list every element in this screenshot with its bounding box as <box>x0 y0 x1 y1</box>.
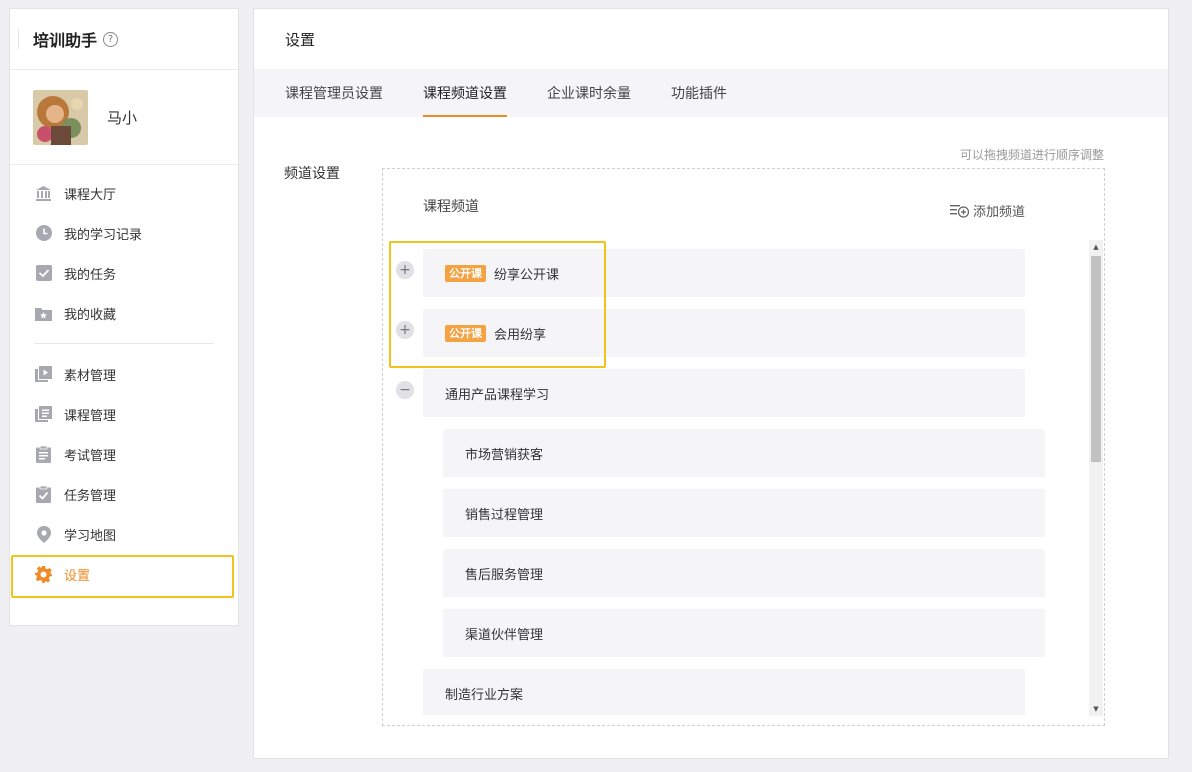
channel-row[interactable]: 制造行业方案 <box>423 669 1025 715</box>
sidebar-item-label: 考试管理 <box>64 448 117 464</box>
user-name: 马小 <box>107 108 138 127</box>
scroll-down-arrow-icon[interactable]: ▼ <box>1089 702 1103 716</box>
sidebar-item-settings[interactable]: 设置 <box>10 554 238 594</box>
channel-label: 通用产品课程学习 <box>445 387 550 403</box>
public-course-tag: 公开课 <box>445 324 486 342</box>
sidebar: 培训助手 ? 马小 课程大厅 我的学习记录 我的任务 我的收藏 素材管理 课程管… <box>9 8 239 626</box>
sidebar-item-label: 课程大厅 <box>64 187 117 203</box>
sidebar-item-course-hall[interactable]: 课程大厅 <box>10 173 238 213</box>
channel-row[interactable]: 公开课 会用纷享 <box>423 309 1025 357</box>
sidebar-item-label: 课程管理 <box>64 408 117 424</box>
gear-icon <box>35 565 52 583</box>
sidebar-menu: 课程大厅 我的学习记录 我的任务 我的收藏 素材管理 课程管理 考试管理 任务管… <box>10 165 238 594</box>
sidebar-item-label: 设置 <box>64 568 91 584</box>
sidebar-item-task-management[interactable]: 任务管理 <box>10 474 238 514</box>
sidebar-item-label: 我的学习记录 <box>64 227 143 243</box>
scroll-thumb[interactable] <box>1091 256 1101 462</box>
sidebar-item-course-management[interactable]: 课程管理 <box>10 394 238 434</box>
add-channel-label: 添加频道 <box>972 205 1025 220</box>
menu-divider <box>34 343 214 344</box>
course-icon <box>35 406 52 423</box>
tab-course-channel-settings[interactable]: 课程频道设置 <box>423 69 507 117</box>
channel-label: 制造行业方案 <box>445 687 524 703</box>
tab-enterprise-hours-balance[interactable]: 企业课时余量 <box>547 69 631 117</box>
subchannel-row[interactable]: 售后服务管理 <box>443 549 1045 597</box>
sidebar-item-label: 我的任务 <box>64 267 117 283</box>
sidebar-item-materials[interactable]: 素材管理 <box>10 354 238 394</box>
bank-icon <box>35 185 52 202</box>
sidebar-item-label: 学习地图 <box>64 528 117 544</box>
media-icon <box>35 366 52 383</box>
sidebar-item-my-tasks[interactable]: 我的任务 <box>10 253 238 293</box>
drag-hint: 可以拖拽频道进行顺序调整 <box>959 148 1104 162</box>
tab-course-admin-settings[interactable]: 课程管理员设置 <box>285 69 383 117</box>
channel-row[interactable]: 通用产品课程学习 <box>423 369 1025 417</box>
task-icon <box>35 485 52 503</box>
add-list-icon <box>949 203 969 218</box>
channel-list: + 公开课 纷享公开课 + 公开课 会用纷享 − 通用产品课程学习 市场营销获客… <box>383 239 1091 715</box>
channel-box: 课程频道 添加频道 + 公开课 纷享公开课 + 公开课 会用纷享 − 通用产品课… <box>382 168 1105 726</box>
sidebar-item-label: 我的收藏 <box>64 307 117 323</box>
channel-label: 售后服务管理 <box>465 567 544 583</box>
user-profile: 马小 <box>10 70 238 165</box>
star-folder-icon <box>35 305 52 322</box>
add-channel-button[interactable]: 添加频道 <box>949 201 1025 220</box>
avatar[interactable] <box>33 89 88 145</box>
sidebar-item-favorites[interactable]: 我的收藏 <box>10 293 238 333</box>
subchannel-row[interactable]: 渠道伙伴管理 <box>443 609 1045 657</box>
subchannel-row[interactable]: 销售过程管理 <box>443 489 1045 537</box>
channel-label: 市场营销获客 <box>465 447 544 463</box>
channel-label: 纷享公开课 <box>494 267 560 283</box>
public-course-tag: 公开课 <box>445 264 486 282</box>
checkbox-icon <box>35 265 52 282</box>
clock-icon <box>35 225 52 242</box>
channel-row[interactable]: 公开课 纷享公开课 <box>423 249 1025 297</box>
app-header: 培训助手 ? <box>10 9 238 70</box>
exam-icon <box>35 445 52 463</box>
subchannel-row[interactable]: 市场营销获客 <box>443 429 1045 477</box>
channel-label: 会用纷享 <box>494 327 547 343</box>
app-title: 培训助手 <box>33 31 98 50</box>
channel-list-scrollbar[interactable]: ▲ ▼ <box>1089 240 1103 716</box>
help-icon[interactable]: ? <box>103 31 119 47</box>
section-label: 频道设置 <box>284 166 340 182</box>
sidebar-item-label: 任务管理 <box>64 488 117 504</box>
collapse-toggle[interactable]: − <box>396 381 414 399</box>
tab-feature-plugins[interactable]: 功能插件 <box>671 69 727 117</box>
expand-toggle[interactable]: + <box>396 321 414 339</box>
page-title: 设置 <box>285 30 316 49</box>
channel-label: 销售过程管理 <box>465 507 544 523</box>
sidebar-item-exam-management[interactable]: 考试管理 <box>10 434 238 474</box>
settings-tabs: 课程管理员设置 课程频道设置 企业课时余量 功能插件 <box>254 69 1168 117</box>
sidebar-item-study-records[interactable]: 我的学习记录 <box>10 213 238 253</box>
channel-box-title: 课程频道 <box>423 199 479 215</box>
map-pin-icon <box>35 525 52 543</box>
sidebar-item-learning-map[interactable]: 学习地图 <box>10 514 238 554</box>
scroll-up-arrow-icon[interactable]: ▲ <box>1089 240 1103 254</box>
sidebar-item-label: 素材管理 <box>64 368 117 384</box>
expand-toggle[interactable]: + <box>396 261 414 279</box>
channel-label: 渠道伙伴管理 <box>465 627 544 643</box>
main-panel: 设置 课程管理员设置 课程频道设置 企业课时余量 功能插件 频道设置 可以拖拽频… <box>253 8 1169 759</box>
